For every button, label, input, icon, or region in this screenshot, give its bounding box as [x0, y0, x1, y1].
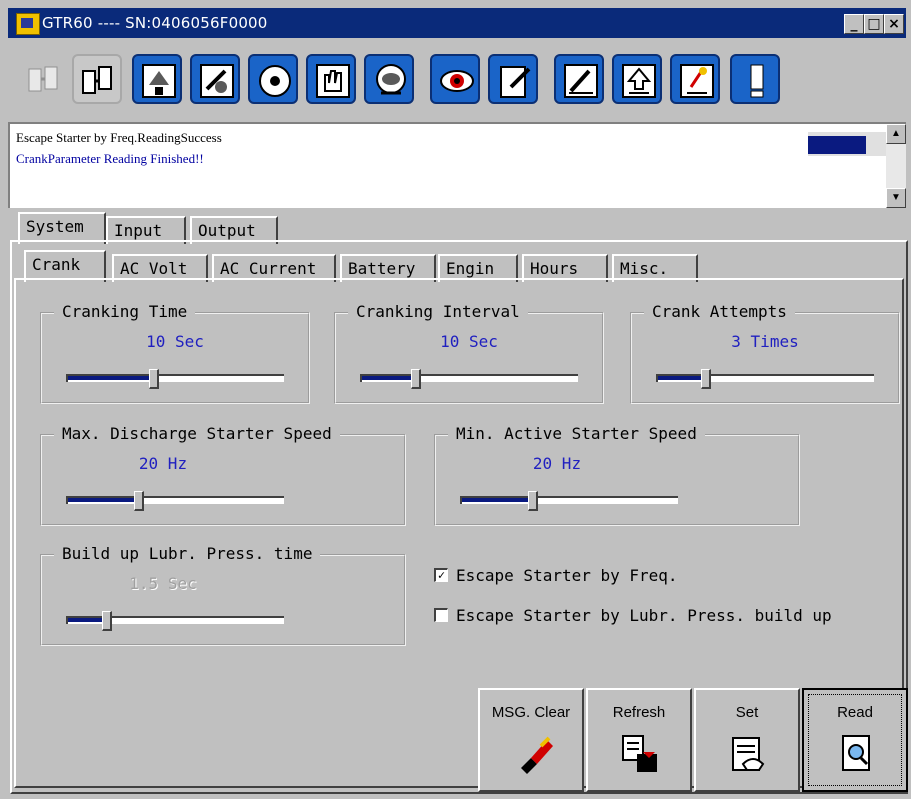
message-scrollbar[interactable]: ▲ ▼ — [886, 124, 906, 208]
checkbox-box[interactable] — [434, 608, 448, 622]
slider-thumb[interactable] — [411, 369, 421, 389]
crank-attempts-slider[interactable] — [656, 369, 874, 389]
group-title: Build up Lubr. Press. time — [54, 544, 321, 563]
eraser-icon — [521, 736, 553, 774]
main-window: GTR60 ---- SN:0406056F0000 _ □ × Escape … — [0, 0, 911, 799]
refresh-button[interactable]: Refresh — [586, 688, 692, 792]
slider-thumb[interactable] — [701, 369, 711, 389]
min-active-value: 20 Hz — [532, 454, 582, 473]
build-up-slider[interactable] — [66, 611, 284, 631]
crank-attempts-group: Crank Attempts 3 Times — [630, 302, 900, 404]
scroll-up-icon[interactable]: ▲ — [886, 124, 906, 144]
slider-thumb[interactable] — [102, 611, 112, 631]
group-title: Max. Discharge Starter Speed — [54, 424, 340, 443]
group-title: Cranking Interval — [348, 302, 528, 321]
window-title: GTR60 ---- SN:0406056F0000 — [42, 14, 268, 32]
status-indicator — [808, 132, 888, 156]
msg-clear-button[interactable]: MSG. Clear — [478, 688, 584, 792]
crank-attempts-value: 3 Times — [731, 332, 799, 351]
button-label: Read — [837, 704, 873, 721]
message-log: Escape Starter by Freq.ReadingSuccess Cr… — [8, 122, 906, 208]
scroll-down-icon[interactable]: ▼ — [886, 188, 906, 208]
slider-thumb[interactable] — [528, 491, 538, 511]
read-button[interactable]: Read — [802, 688, 908, 792]
set-button[interactable]: Set — [694, 688, 800, 792]
group-title: Cranking Time — [54, 302, 196, 321]
gauge-icon[interactable] — [248, 54, 298, 104]
title-bar: GTR60 ---- SN:0406056F0000 _ □ × — [8, 8, 906, 38]
minimize-button[interactable]: _ — [844, 14, 864, 34]
cranking-interval-slider[interactable] — [360, 369, 578, 389]
max-discharge-group: Max. Discharge Starter Speed 20 Hz — [40, 424, 406, 526]
max-discharge-slider[interactable] — [66, 491, 284, 511]
export-icon[interactable] — [612, 54, 662, 104]
button-label: Refresh — [612, 704, 666, 721]
maximize-button[interactable]: □ — [864, 14, 884, 34]
close-button[interactable]: × — [884, 14, 904, 34]
checkbox-label: Escape Starter by Freq. — [456, 566, 678, 585]
sensor-icon[interactable] — [364, 54, 414, 104]
import-icon[interactable] — [670, 54, 720, 104]
hand-icon[interactable] — [306, 54, 356, 104]
min-active-group: Min. Active Starter Speed 20 Hz — [434, 424, 800, 526]
edit-doc-icon[interactable] — [488, 54, 538, 104]
group-title: Min. Active Starter Speed — [448, 424, 705, 443]
cranking-time-group: Cranking Time 10 Sec — [40, 302, 310, 404]
connect-icon[interactable] — [72, 54, 122, 104]
cranking-interval-group: Cranking Interval 10 Sec — [334, 302, 604, 404]
cranking-interval-value: 10 Sec — [440, 332, 498, 351]
pencil-icon[interactable] — [554, 54, 604, 104]
max-discharge-value: 20 Hz — [138, 454, 188, 473]
cranking-time-slider[interactable] — [66, 369, 284, 389]
disconnect-icon[interactable] — [20, 54, 70, 104]
slider-thumb[interactable] — [134, 491, 144, 511]
button-label: Set — [735, 704, 759, 721]
set-icon — [732, 737, 765, 771]
button-label: MSG. Clear — [491, 704, 571, 721]
build-up-group: Build up Lubr. Press. time 1.5 Sec — [40, 544, 406, 646]
toolbar — [8, 44, 906, 118]
message-line: Escape Starter by Freq.ReadingSuccess — [16, 130, 222, 145]
upload-icon[interactable] — [132, 54, 182, 104]
eye-icon[interactable] — [430, 54, 480, 104]
read-icon — [842, 735, 870, 771]
alert-icon[interactable] — [730, 54, 780, 104]
min-active-slider[interactable] — [460, 491, 678, 511]
refresh-icon — [622, 735, 657, 772]
cranking-time-value: 10 Sec — [146, 332, 204, 351]
slider-thumb[interactable] — [149, 369, 159, 389]
message-line: CrankParameter Reading Finished!! — [16, 151, 204, 166]
checkbox-label: Escape Starter by Lubr. Press. build up — [456, 606, 832, 625]
checkbox-box[interactable]: ✓ — [434, 568, 448, 582]
group-title: Crank Attempts — [644, 302, 795, 321]
build-up-value: 1.5 Sec — [129, 574, 197, 593]
app-icon — [16, 13, 40, 35]
settings-icon[interactable] — [190, 54, 240, 104]
